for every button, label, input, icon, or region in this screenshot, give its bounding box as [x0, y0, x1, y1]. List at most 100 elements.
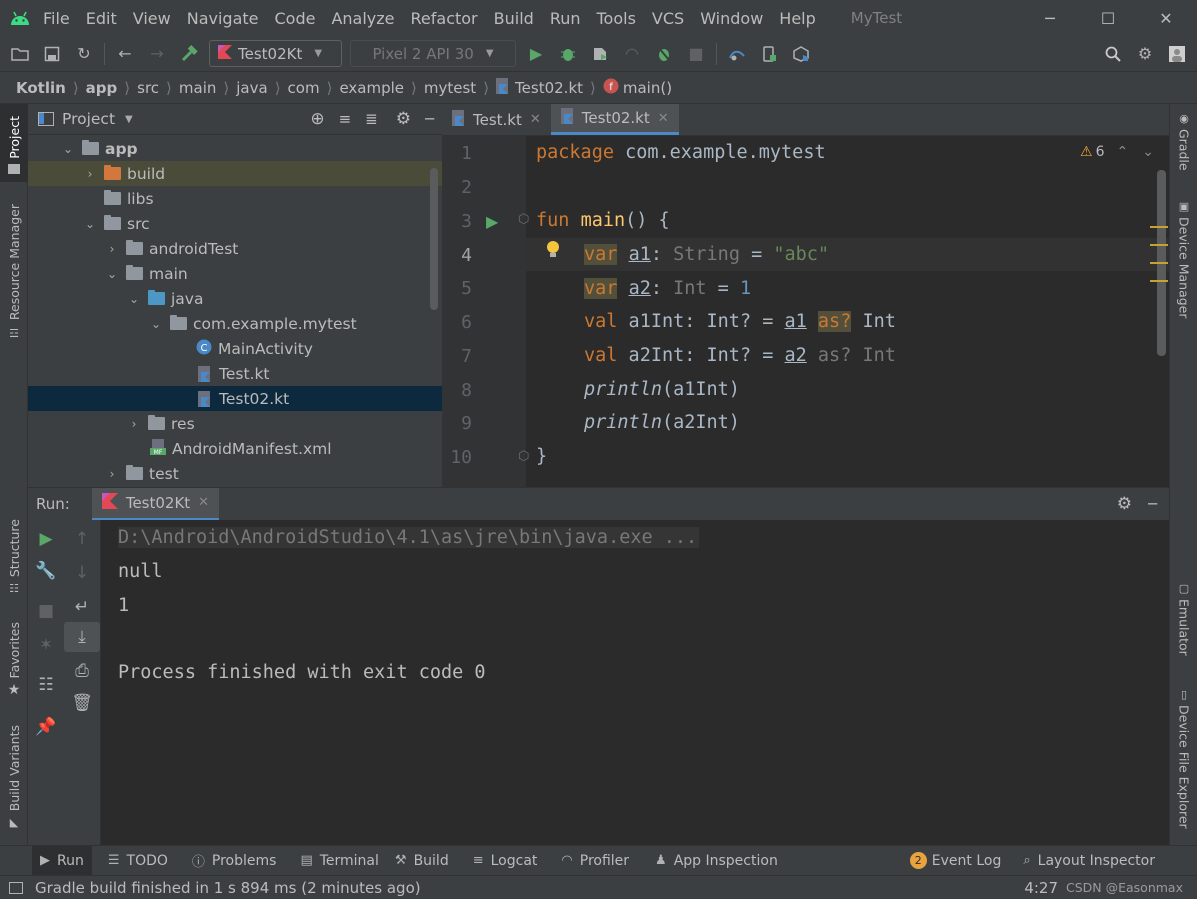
tree-item-test02-kt[interactable]: Test02.kt: [28, 386, 442, 411]
menu-code[interactable]: Code: [272, 9, 319, 28]
tree-item-mainactivity[interactable]: C MainActivity: [28, 336, 442, 361]
run-config-dropdown[interactable]: Test02Kt ▼: [209, 40, 342, 67]
forward-arrow-icon[interactable]: →: [141, 39, 173, 69]
run-with-coverage-icon[interactable]: [584, 39, 616, 69]
menu-refactor[interactable]: Refactor: [408, 9, 481, 28]
tree-item-test[interactable]: › test: [28, 461, 442, 486]
tree-item-app[interactable]: ⌄ app: [28, 136, 442, 161]
run-play-icon[interactable]: ▶: [520, 39, 552, 69]
close-window-button[interactable]: ✕: [1137, 0, 1195, 36]
warning-marker[interactable]: [1150, 262, 1168, 264]
run-console[interactable]: D:\Android\AndroidStudio\4.1\as\jre\bin\…: [101, 520, 1169, 845]
breadcrumb-item[interactable]: Kotlin: [16, 79, 66, 97]
menu-tools[interactable]: Tools: [594, 9, 639, 28]
run-tab[interactable]: Test02Kt ✕: [91, 487, 220, 521]
bottom-tab-logcat[interactable]: ≡ Logcat: [465, 846, 546, 876]
tab-device-manager[interactable]: ▣ Device Manager: [1170, 200, 1197, 330]
tree-item-src[interactable]: ⌄ src: [28, 211, 442, 236]
tab-structure[interactable]: Structure ☷: [0, 514, 28, 600]
menu-file[interactable]: File: [40, 9, 73, 28]
menu-navigate[interactable]: Navigate: [184, 9, 262, 28]
project-scrollbar[interactable]: [430, 168, 438, 310]
print-icon[interactable]: ⎙: [64, 656, 100, 686]
breadcrumb-item[interactable]: main: [179, 79, 216, 97]
profiler-icon[interactable]: ◠: [616, 39, 648, 69]
breadcrumb-item[interactable]: com: [288, 79, 320, 97]
collapse-all-icon[interactable]: ≣: [365, 110, 378, 128]
tree-item-main[interactable]: ⌄ main: [28, 261, 442, 286]
menu-analyze[interactable]: Analyze: [328, 9, 397, 28]
bottom-tab-run[interactable]: ▶ Run: [32, 845, 92, 876]
tab-test02-kt[interactable]: Test02.kt ✕: [550, 104, 679, 135]
menu-edit[interactable]: Edit: [83, 9, 120, 28]
breadcrumb-item[interactable]: src: [137, 79, 159, 97]
chevron-down-icon[interactable]: ⌄: [1142, 144, 1154, 160]
lightbulb-icon[interactable]: [545, 240, 561, 264]
open-folder-icon[interactable]: [4, 39, 36, 69]
sync-gradle-icon[interactable]: [721, 39, 753, 69]
bottom-tab-terminal[interactable]: ▤ Terminal: [292, 846, 386, 876]
stop-icon[interactable]: ■: [680, 39, 712, 69]
warning-marker[interactable]: [1150, 280, 1168, 282]
user-avatar-icon[interactable]: [1161, 39, 1193, 69]
bottom-tab-app-inspection[interactable]: ♟ App Inspection: [647, 846, 786, 876]
inspection-widget[interactable]: ⚠ 6 ⌃ ⌄: [1080, 144, 1154, 160]
rerun-icon[interactable]: ▶: [28, 524, 64, 554]
fold-icon[interactable]: ⬡: [518, 212, 529, 227]
hide-panel-icon[interactable]: ─: [425, 110, 434, 128]
caret-position[interactable]: 4:27: [1024, 879, 1058, 897]
tree-item-package[interactable]: ⌄ com.example.mytest: [28, 311, 442, 336]
breadcrumb-item[interactable]: example: [339, 79, 404, 97]
tab-resource-manager[interactable]: Resource Manager ☲: [0, 202, 28, 342]
tree-item-test-kt[interactable]: Test.kt: [28, 361, 442, 386]
avd-manager-icon[interactable]: [753, 39, 785, 69]
attach-debugger-icon[interactable]: [648, 39, 680, 69]
tree-item-libs[interactable]: libs: [28, 186, 442, 211]
run-gutter-icon[interactable]: ▶: [486, 212, 498, 231]
settings-gear-icon[interactable]: ⚙: [396, 109, 411, 129]
close-tab-icon[interactable]: ✕: [530, 112, 541, 127]
breadcrumb-item[interactable]: Test02.kt: [515, 79, 583, 97]
tab-favorites[interactable]: Favorites ★: [0, 618, 28, 702]
search-icon[interactable]: [1097, 39, 1129, 69]
tree-item-build[interactable]: › build: [28, 161, 442, 186]
layout-icon[interactable]: ☷: [28, 670, 64, 700]
debug-bug-icon[interactable]: ✶: [28, 630, 64, 660]
status-panel-toggle-icon[interactable]: [9, 881, 23, 894]
menu-help[interactable]: Help: [776, 9, 818, 28]
chevron-up-icon[interactable]: ⌃: [1116, 144, 1128, 160]
settings-gear-icon[interactable]: ⚙: [1129, 39, 1161, 69]
tab-build-variants[interactable]: Build Variants ◣: [0, 722, 28, 832]
tree-item-java[interactable]: ⌄ java: [28, 286, 442, 311]
tab-test-kt[interactable]: Test.kt ✕: [442, 104, 551, 135]
scroll-to-end-icon[interactable]: ⤓: [64, 622, 100, 652]
close-tab-icon[interactable]: ✕: [658, 111, 669, 126]
breadcrumb-item[interactable]: mytest: [424, 79, 476, 97]
locate-file-icon[interactable]: ⊕: [310, 109, 324, 129]
device-dropdown[interactable]: Pixel 2 API 30 ▼: [350, 40, 516, 67]
breadcrumb-item[interactable]: app: [86, 79, 118, 97]
tree-item-res[interactable]: › res: [28, 411, 442, 436]
sdk-manager-icon[interactable]: [785, 39, 817, 69]
fold-icon[interactable]: ⬡: [518, 449, 529, 464]
menu-view[interactable]: View: [130, 9, 174, 28]
code-editor[interactable]: 1 2 3 4 5 6 7 8 9 10 ▶ ⬡ ⬡ package com.e…: [442, 136, 1169, 487]
sync-icon[interactable]: ↻: [68, 39, 100, 69]
status-message[interactable]: Gradle build finished in 1 s 894 ms (2 m…: [35, 879, 421, 897]
arrow-up-icon[interactable]: ↑: [64, 524, 100, 554]
tab-project[interactable]: Project: [0, 104, 28, 182]
hide-panel-icon[interactable]: ─: [1148, 495, 1157, 513]
close-tab-icon[interactable]: ✕: [198, 495, 209, 510]
project-panel-title[interactable]: Project: [62, 110, 115, 128]
arrow-down-icon[interactable]: ↓: [64, 558, 100, 588]
breadcrumb-item[interactable]: main(): [623, 79, 672, 97]
maximize-button[interactable]: ☐: [1079, 0, 1137, 36]
save-all-icon[interactable]: [36, 39, 68, 69]
make-project-hammer-icon[interactable]: [173, 39, 205, 69]
soft-wrap-icon[interactable]: ↵: [64, 592, 100, 622]
bottom-tab-build[interactable]: ⚒ Build: [387, 846, 457, 876]
minimize-button[interactable]: ─: [1021, 0, 1079, 36]
warning-marker[interactable]: [1150, 226, 1168, 228]
trash-icon[interactable]: 🗑: [64, 688, 100, 718]
menu-vcs[interactable]: VCS: [649, 9, 687, 28]
